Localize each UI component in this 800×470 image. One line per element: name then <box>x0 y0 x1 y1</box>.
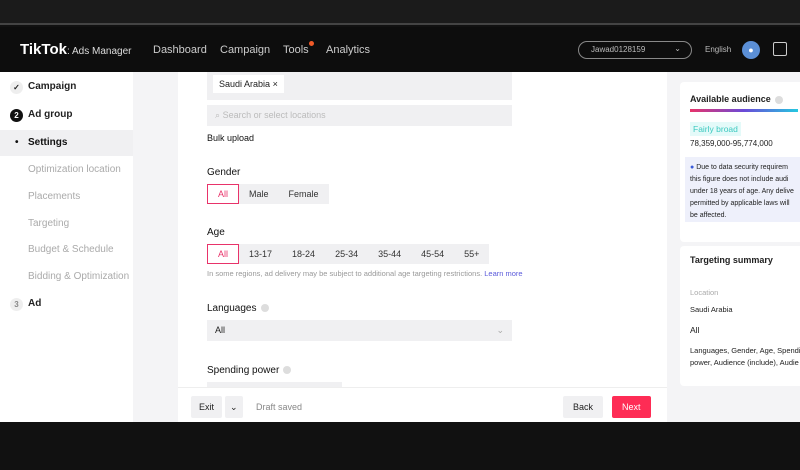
next-button[interactable]: Next <box>612 396 651 418</box>
exit-button[interactable]: Exit <box>191 396 223 418</box>
close-icon[interactable]: × <box>273 79 278 89</box>
top-strip <box>0 0 800 25</box>
location-tags[interactable]: Saudi Arabia × <box>207 72 512 100</box>
learn-more-link[interactable]: Learn more <box>484 269 522 278</box>
location-tag[interactable]: Saudi Arabia × <box>213 75 284 93</box>
summary-all: All <box>690 325 700 335</box>
age-25-34[interactable]: 25-34 <box>325 244 368 264</box>
bottom-strip <box>0 422 800 470</box>
info-notice: ● Due to data security requirem this fig… <box>685 157 800 222</box>
help-icon[interactable] <box>774 95 783 104</box>
languages-label: Languages <box>207 303 269 314</box>
age-note: In some regions, ad delivery may be subj… <box>207 269 523 278</box>
age-13-17[interactable]: 13-17 <box>239 244 282 264</box>
help-icon[interactable] <box>283 366 292 375</box>
step-badge: 3 <box>10 298 23 311</box>
age-all[interactable]: All <box>207 244 240 264</box>
targeting-form: Saudi Arabia × ⌕ Search or select locati… <box>178 72 667 402</box>
sidebar-settings[interactable]: • Settings <box>0 130 133 156</box>
audience-meter <box>690 109 798 112</box>
language-selector[interactable]: English <box>705 45 731 54</box>
age-label: Age <box>207 227 225 238</box>
available-audience-panel: Available audience Fairly broad 78,359,0… <box>680 82 800 242</box>
bulk-upload-link[interactable]: Bulk upload <box>207 133 254 143</box>
gender-label: Gender <box>207 167 241 178</box>
sidebar-ad-group[interactable]: 2 Ad group <box>0 102 133 128</box>
account-selector[interactable]: Jawad0128159 ⌄ <box>578 41 692 59</box>
gender-selector: All Male Female <box>207 184 329 204</box>
summary-details: Languages, Gender, Age, Spendin power, Au… <box>690 346 800 367</box>
avatar[interactable]: ● <box>742 41 760 59</box>
footer-bar: Exit ⌄ Draft saved Back Next <box>178 387 667 422</box>
languages-select[interactable]: All ⌄ <box>207 320 512 341</box>
age-55-plus[interactable]: 55+ <box>454 244 489 264</box>
audience-range: 78,359,000-95,774,000 <box>690 139 773 148</box>
summary-title: Targeting summary <box>690 255 773 265</box>
age-45-54[interactable]: 45-54 <box>411 244 454 264</box>
sidebar-budget[interactable]: Budget & Schedule <box>0 237 133 263</box>
help-icon[interactable] <box>260 304 269 313</box>
sidebar-ad[interactable]: 3 Ad <box>0 291 133 317</box>
top-nav: TikTok: Ads Manager Dashboard Campaign T… <box>0 27 800 72</box>
nav-campaign[interactable]: Campaign <box>220 44 270 56</box>
age-35-44[interactable]: 35-44 <box>368 244 411 264</box>
age-18-24[interactable]: 18-24 <box>282 244 325 264</box>
search-icon: ⌕ <box>215 110 221 120</box>
sidebar: ✓ Campaign 2 Ad group • Settings Optimizati… <box>0 72 133 422</box>
nav-tools[interactable]: Tools <box>283 41 314 56</box>
sidebar-optimization-location[interactable]: Optimization location <box>0 157 133 183</box>
audience-level: Fairly broad <box>690 122 741 136</box>
check-icon: ✓ <box>10 81 23 94</box>
gender-all[interactable]: All <box>207 184 240 204</box>
nav-analytics[interactable]: Analytics <box>326 44 370 56</box>
age-selector: All 13-17 18-24 25-34 35-44 45-54 55+ <box>207 244 490 264</box>
step-badge: 2 <box>10 109 23 122</box>
location-search-input[interactable]: ⌕ Search or select locations <box>207 105 512 126</box>
back-button[interactable]: Back <box>563 396 604 418</box>
nav-dashboard[interactable]: Dashboard <box>153 44 207 56</box>
targeting-summary-panel: Targeting summary Location Saudi Arabia … <box>680 246 800 386</box>
gender-male[interactable]: Male <box>239 184 279 204</box>
spending-power-label: Spending power <box>207 365 292 376</box>
sidebar-campaign[interactable]: ✓ Campaign <box>0 74 133 100</box>
audience-title: Available audience <box>690 94 783 104</box>
exit-dropdown[interactable]: ⌄ <box>225 396 243 418</box>
gender-female[interactable]: Female <box>279 184 329 204</box>
draft-status: Draft saved <box>256 402 303 412</box>
sidebar-targeting[interactable]: Targeting <box>0 211 133 237</box>
chevron-down-icon: ⌄ <box>496 325 504 335</box>
logo[interactable]: TikTok: Ads Manager <box>20 41 131 58</box>
sidebar-bidding[interactable]: Bidding & Optimization <box>0 264 133 290</box>
location-value: Saudi Arabia <box>690 305 733 314</box>
chevron-down-icon: ⌄ <box>674 44 681 53</box>
sidebar-placements[interactable]: Placements <box>0 184 133 210</box>
briefcase-icon[interactable] <box>773 42 787 56</box>
location-label: Location <box>690 288 719 297</box>
info-icon: ● <box>690 164 695 171</box>
notification-dot <box>308 41 314 46</box>
